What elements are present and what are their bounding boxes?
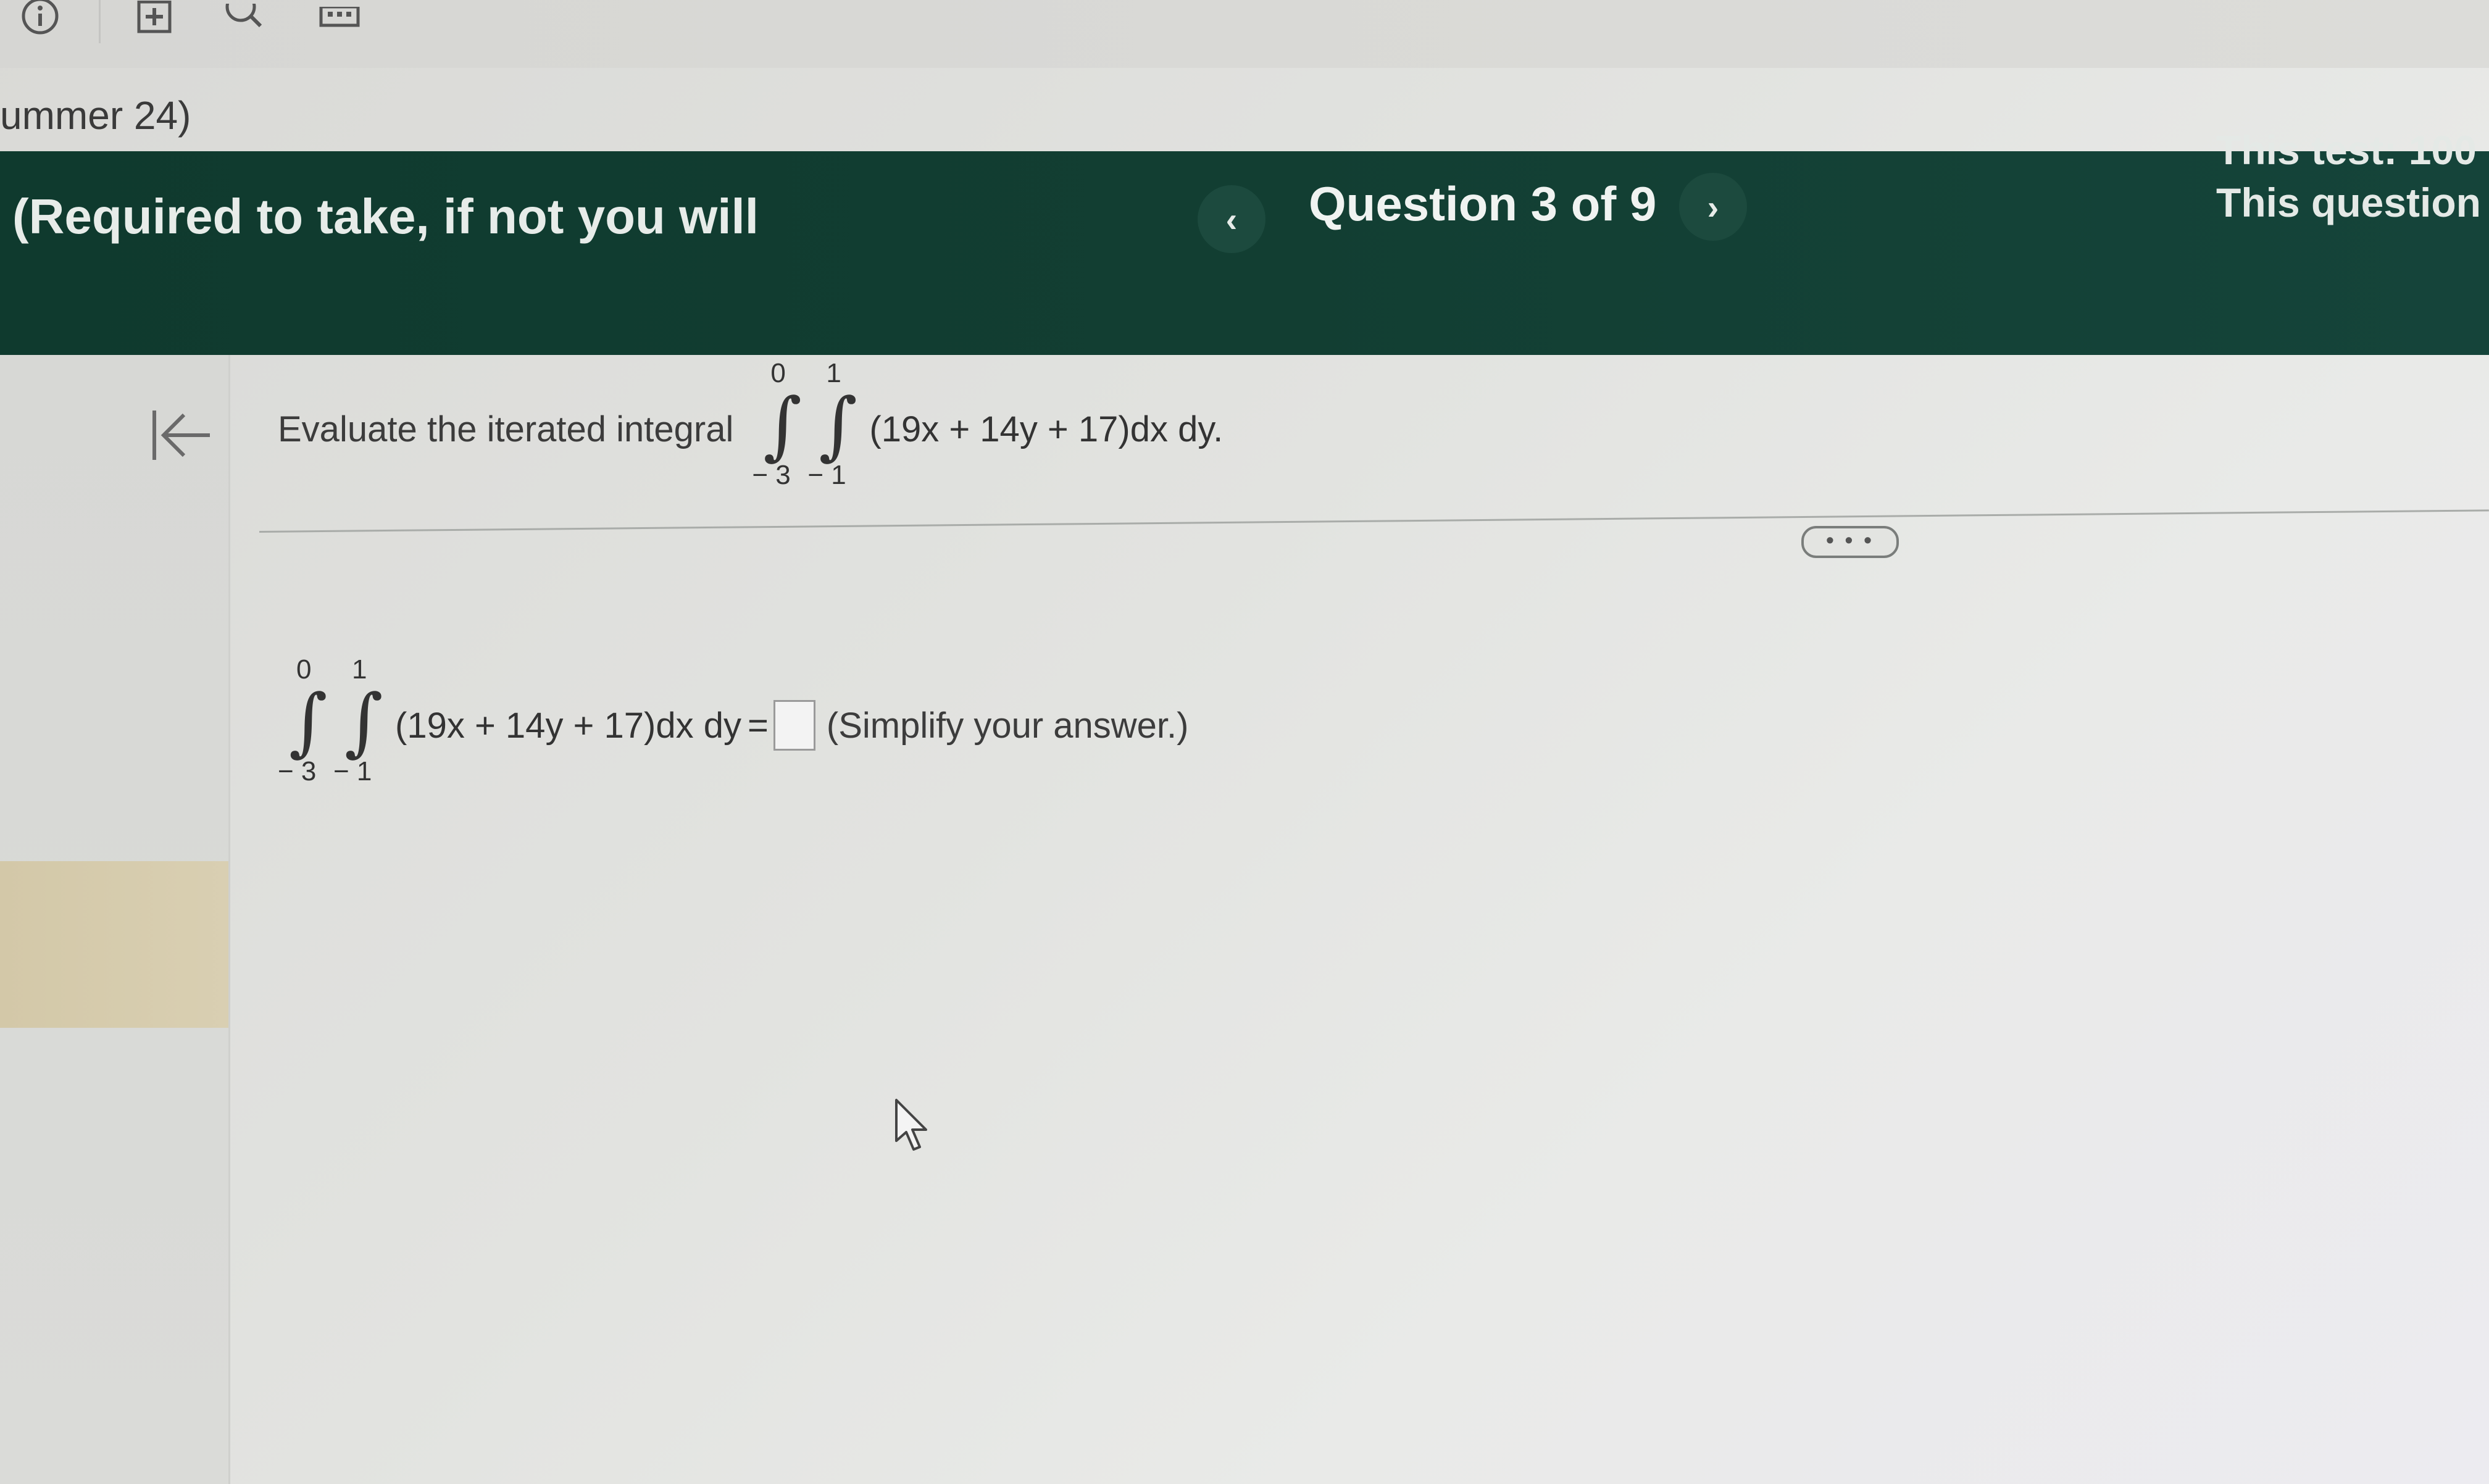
- test-score: This test: 100: [2216, 127, 2477, 173]
- search-icon[interactable]: [222, 0, 265, 38]
- equals-sign: =: [748, 705, 769, 746]
- add-icon[interactable]: [133, 0, 176, 38]
- answer-outer-lower-limit: − 3: [278, 756, 317, 786]
- left-rail: [0, 355, 230, 1484]
- mouse-cursor-icon: [894, 1098, 931, 1153]
- calculator-icon[interactable]: [318, 0, 361, 38]
- rail-highlight: [0, 861, 228, 1028]
- assignment-banner: (Required to take, if not you will ‹ Que…: [0, 127, 2489, 355]
- inner-integral: 1 ∫ − 1: [807, 358, 863, 500]
- top-toolbar: [0, 0, 2489, 68]
- simplify-hint: (Simplify your answer.): [826, 705, 1189, 746]
- integral-sign: ∫: [344, 679, 383, 765]
- collapse-panel-icon[interactable]: [148, 407, 216, 463]
- answer-inner-integral: 1 ∫ − 1: [333, 654, 389, 796]
- info-icon[interactable]: [19, 0, 62, 38]
- question-score: This question: [2216, 180, 2481, 225]
- answer-line: 0 ∫ − 3 1 ∫ − 1 (19x + 14y + 17)dx dy = …: [278, 654, 1188, 796]
- question-counter: Question 3 of 9: [1309, 177, 1657, 231]
- answer-outer-integral: 0 ∫ − 3: [278, 654, 333, 796]
- toolbar-separator: [99, 0, 101, 43]
- answer-integrand: (19x + 14y + 17)dx dy: [395, 705, 741, 746]
- section-divider: [259, 509, 2489, 533]
- chevron-left-icon: ‹: [1225, 199, 1238, 239]
- outer-lower-limit: − 3: [752, 460, 791, 490]
- more-options-button[interactable]: • • •: [1801, 526, 1899, 558]
- integral-sign: ∫: [763, 383, 802, 469]
- next-question-button[interactable]: ›: [1679, 173, 1747, 241]
- inner-lower-limit: − 1: [807, 460, 846, 490]
- answer-inner-lower-limit: − 1: [333, 756, 372, 786]
- integral-sign: ∫: [289, 679, 328, 765]
- previous-question-button[interactable]: ‹: [1198, 185, 1265, 253]
- chevron-right-icon: ›: [1707, 187, 1719, 227]
- iterated-integral: 0 ∫ − 3 1 ∫ − 1 (19x + 14y + 17)dx dy.: [752, 358, 1223, 500]
- assignment-title: (Required to take, if not you will: [12, 189, 759, 244]
- outer-integral: 0 ∫ − 3: [752, 358, 807, 500]
- question-prompt: Evaluate the iterated integral 0 ∫ − 3 1…: [278, 358, 1223, 500]
- course-title: ummer 24): [0, 93, 191, 138]
- integrand: (19x + 14y + 17)dx dy.: [869, 409, 1224, 449]
- integral-sign: ∫: [819, 383, 857, 469]
- prompt-text: Evaluate the iterated integral: [278, 409, 734, 449]
- answer-input[interactable]: [773, 700, 815, 751]
